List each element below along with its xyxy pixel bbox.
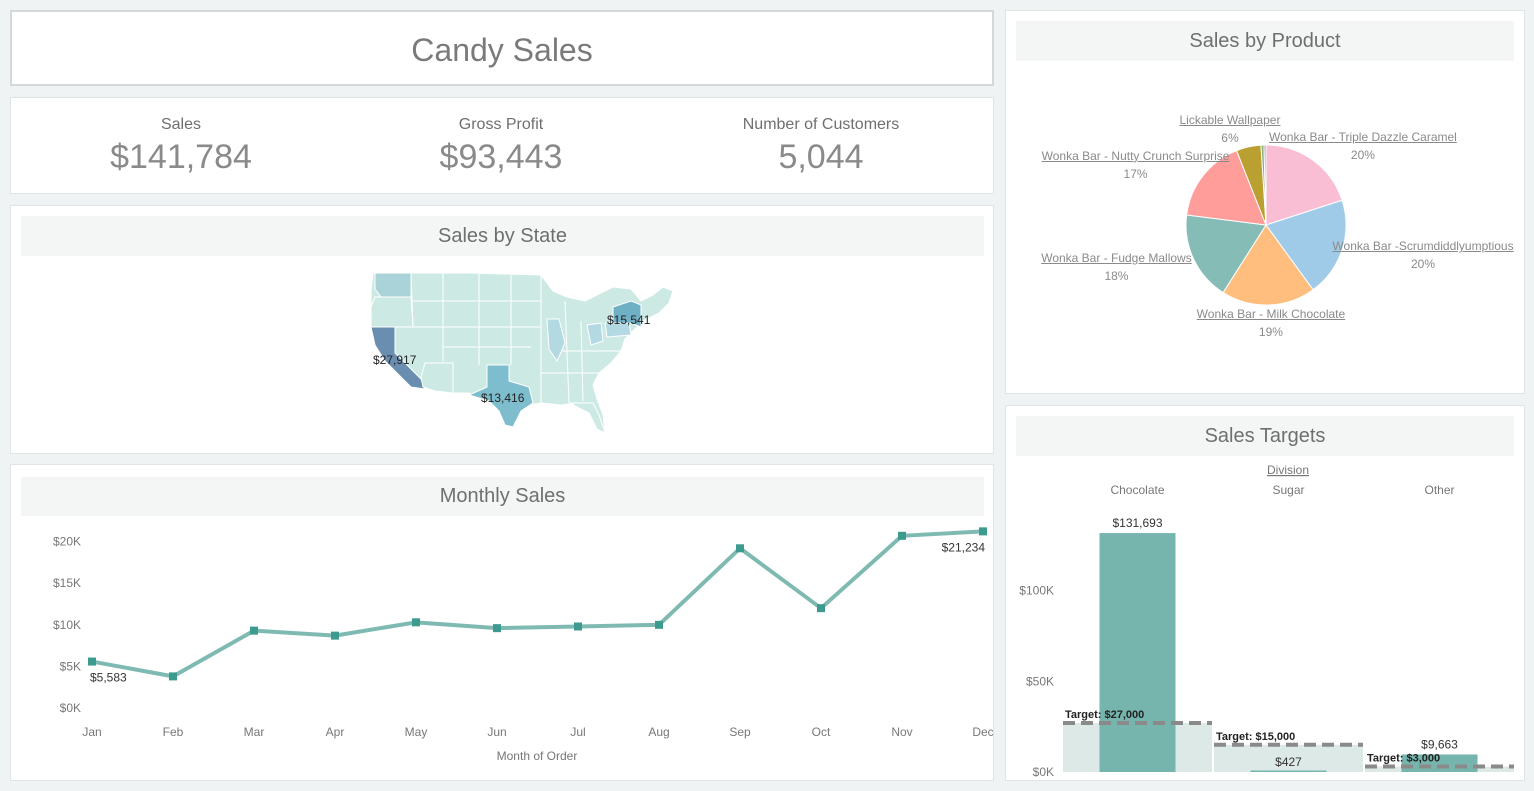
line-data-label: $21,234 bbox=[942, 540, 986, 554]
sales-targets-card: Sales Targets Division $0K $50K $100K Chocol… bbox=[1005, 405, 1525, 781]
label-california: $27,917 bbox=[373, 353, 417, 367]
x-tick-label: Dec bbox=[972, 725, 993, 739]
value-label: $131,693 bbox=[1112, 516, 1162, 530]
pie-label-name: Wonka Bar - Triple Dazzle Caramel bbox=[1268, 129, 1457, 144]
line-point bbox=[331, 631, 339, 640]
kpi-customers: Number of Customers 5,044 bbox=[671, 116, 971, 177]
category-label: Chocolate bbox=[1110, 483, 1164, 497]
y-tick-label: $0K bbox=[1033, 765, 1054, 779]
x-tick-label: Oct bbox=[812, 725, 831, 739]
x-tick-label: Mar bbox=[244, 725, 265, 739]
kpi-gross-profit-label: Gross Profit bbox=[458, 116, 544, 133]
kpi-customers-value: 5,044 bbox=[778, 138, 864, 176]
x-tick-label: Sep bbox=[729, 725, 751, 739]
line-point bbox=[574, 622, 582, 631]
category-label: Other bbox=[1424, 483, 1454, 497]
value-label: $427 bbox=[1275, 755, 1302, 769]
y-tick-label: $0K bbox=[60, 701, 81, 715]
monthly-sales-card: Monthly Sales $0K $5K $10K $15K $20K Jan Feb Ma… bbox=[10, 464, 994, 781]
value-bar bbox=[1099, 533, 1176, 772]
state-map-card: Sales by State $27,917 $15,541 $13,416 bbox=[10, 205, 994, 454]
x-axis-label: Month of Order bbox=[497, 749, 578, 763]
y-tick-label: $10K bbox=[53, 618, 81, 632]
sales-line bbox=[91, 529, 984, 679]
line-data-label: $5,583 bbox=[90, 671, 127, 685]
pie-label[interactable]: Wonka Bar - Fudge Mallows 18% bbox=[1041, 249, 1192, 285]
kpi-sales: Sales $141,784 bbox=[31, 116, 331, 177]
pie-label[interactable]: Lickable Wallpaper 6% bbox=[1180, 111, 1281, 147]
x-tick-label: Jun bbox=[487, 725, 506, 739]
x-tick-label: May bbox=[405, 725, 428, 739]
pie-label-name: Wonka Bar - Nutty Crunch Surprise bbox=[1041, 148, 1230, 163]
pie-label-percent: 18% bbox=[1104, 268, 1129, 283]
kpi-gross-profit: Gross Profit $93,443 bbox=[351, 116, 651, 177]
line-point bbox=[736, 544, 744, 553]
target-label: Target: $15,000 bbox=[1216, 731, 1295, 743]
line-point bbox=[250, 626, 258, 635]
pie-label-name: Lickable Wallpaper bbox=[1179, 113, 1281, 128]
y-tick-label: $50K bbox=[1026, 674, 1054, 688]
pie-label[interactable]: Wonka Bar - Milk Chocolate 19% bbox=[1197, 305, 1346, 341]
pie-label-name: Wonka Bar - Milk Chocolate bbox=[1196, 306, 1346, 321]
line-point bbox=[88, 657, 96, 666]
y-tick-label: $5K bbox=[60, 659, 81, 673]
kpi-card: Sales $141,784 Gross Profit $93,443 Numb… bbox=[10, 97, 994, 194]
line-point bbox=[493, 624, 501, 633]
line-point bbox=[817, 604, 825, 613]
target-label: Target: $3,000 bbox=[1367, 753, 1440, 765]
value-bar bbox=[1250, 770, 1327, 772]
kpi-gross-profit-value: $93,443 bbox=[439, 138, 563, 176]
label-new-york: $15,541 bbox=[607, 313, 651, 327]
target-label: Target: $27,000 bbox=[1065, 709, 1144, 721]
y-tick-label: $20K bbox=[53, 535, 81, 549]
y-tick-label: $100K bbox=[1019, 584, 1054, 598]
state-washington bbox=[374, 272, 412, 298]
pie-label-name: Wonka Bar - Fudge Mallows bbox=[1041, 250, 1192, 265]
label-texas: $13,416 bbox=[481, 391, 525, 405]
pie-label-percent: 19% bbox=[1258, 324, 1283, 339]
kpi-customers-label: Number of Customers bbox=[742, 116, 900, 133]
x-tick-label: Apr bbox=[326, 725, 345, 739]
pie-label-percent: 20% bbox=[1411, 257, 1436, 272]
line-point bbox=[412, 618, 420, 627]
pie-label-percent: 6% bbox=[1221, 131, 1239, 146]
x-tick-label: Feb bbox=[163, 725, 184, 739]
x-tick-label: Jul bbox=[570, 725, 585, 739]
facet-title: Division bbox=[1267, 463, 1309, 477]
pie-label[interactable]: Wonka Bar - Triple Dazzle Caramel 20% bbox=[1269, 128, 1457, 164]
monthly-sales-line-chart[interactable]: $0K $5K $10K $15K $20K Jan Feb Mar Apr May Jun Jul A… bbox=[11, 465, 995, 782]
pie-label-percent: 17% bbox=[1123, 166, 1148, 181]
state-arizona bbox=[420, 362, 454, 394]
x-tick-label: Aug bbox=[648, 725, 669, 739]
state-oregon bbox=[370, 296, 414, 328]
kpi-sales-value: $141,784 bbox=[110, 138, 252, 176]
line-point bbox=[655, 620, 663, 629]
us-map[interactable]: $27,917 $15,541 $13,416 bbox=[11, 206, 995, 455]
line-point bbox=[898, 531, 906, 540]
header-card: Candy Sales bbox=[10, 10, 994, 86]
x-tick-label: Jan bbox=[82, 725, 101, 739]
value-label: $9,663 bbox=[1421, 737, 1458, 751]
pie-label-name: Wonka Bar -Scrumdiddlyumptious bbox=[1332, 239, 1514, 254]
product-pie-card: Sales by Product Wonka Bar - Triple Dazz… bbox=[1005, 10, 1525, 394]
category-label: Sugar bbox=[1272, 483, 1304, 497]
y-tick-label: $15K bbox=[53, 576, 81, 590]
page-title: Candy Sales bbox=[411, 32, 593, 68]
pie-label[interactable]: Wonka Bar - Nutty Crunch Surprise 17% bbox=[1042, 147, 1230, 183]
pie-label-percent: 20% bbox=[1350, 147, 1375, 162]
kpi-sales-label: Sales bbox=[160, 116, 202, 133]
line-point bbox=[169, 672, 177, 681]
x-tick-label: Nov bbox=[891, 725, 912, 739]
pie-label[interactable]: Wonka Bar -Scrumdiddlyumptious 20% bbox=[1332, 237, 1513, 273]
line-point bbox=[979, 527, 987, 536]
sales-targets-bar-chart[interactable]: Division $0K $50K $100K Chocolate Target: $27… bbox=[1006, 406, 1526, 782]
